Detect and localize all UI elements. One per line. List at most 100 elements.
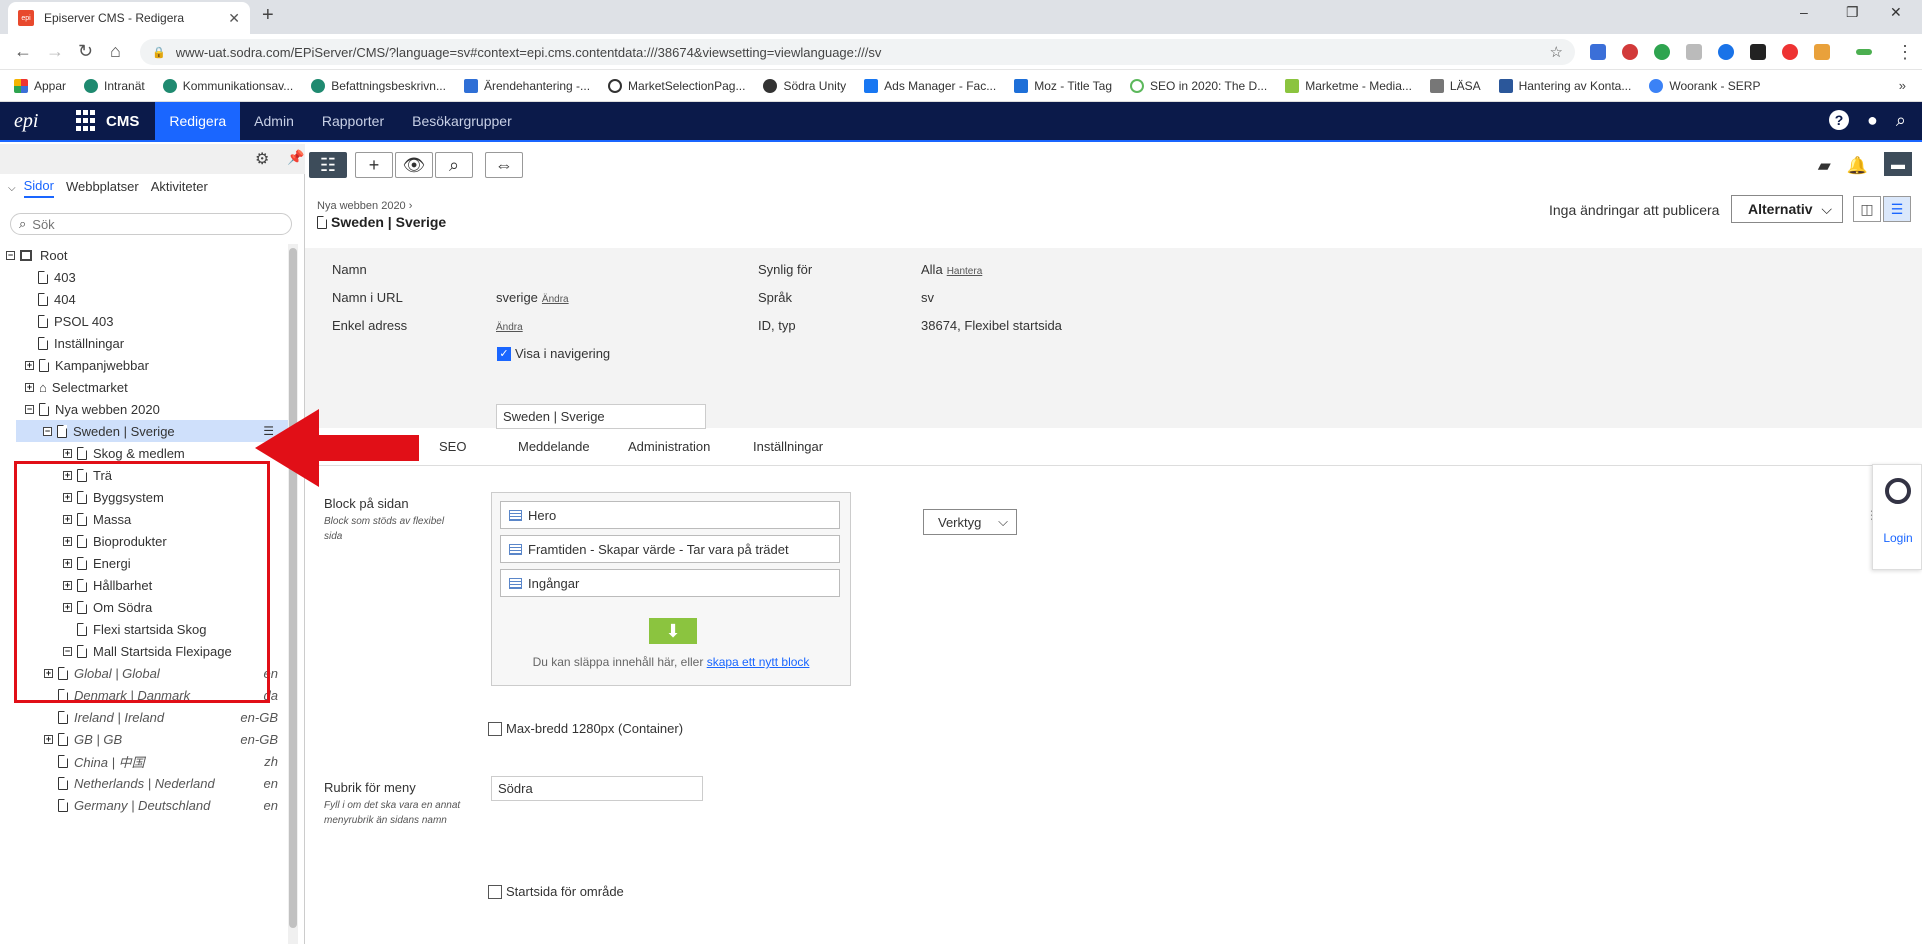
bookmark-item[interactable]: Woorank - SERP: [1649, 78, 1760, 93]
manage-access-link[interactable]: Hantera: [947, 266, 983, 277]
breadcrumb-item[interactable]: Nya webben 2020: [317, 200, 406, 212]
bookmark-item[interactable]: Marketme - Media...: [1285, 78, 1412, 93]
tab-sites[interactable]: Webbplatser: [66, 179, 139, 197]
expand-icon[interactable]: +: [25, 360, 34, 370]
page-search-box[interactable]: ⌕: [10, 213, 292, 235]
browser-menu-icon[interactable]: ⋮: [1896, 43, 1914, 61]
back-icon[interactable]: ←: [14, 42, 32, 60]
expand-icon[interactable]: +: [63, 580, 72, 590]
bookmark-item[interactable]: Ads Manager - Fac...: [864, 78, 996, 93]
tree-node[interactable]: Flexi startsida Skog: [77, 618, 206, 640]
tree-node[interactable]: + Massa: [63, 508, 131, 530]
bookmark-item[interactable]: Befattningsbeskrivn...: [311, 78, 446, 93]
tab-activities[interactable]: Aktiviteter: [151, 179, 208, 197]
tree-node[interactable]: + Skog & medlem: [63, 442, 185, 464]
nav-edit[interactable]: Redigera: [155, 102, 241, 140]
content-area-blocks[interactable]: Hero Framtiden - Skapar värde - Tar vara…: [491, 492, 851, 686]
expand-icon[interactable]: +: [63, 558, 72, 568]
tree-node[interactable]: + Bioprodukter: [63, 530, 167, 552]
show-in-navigation-checkbox[interactable]: ✓ Visa i navigering: [497, 346, 610, 361]
expand-icon[interactable]: +: [63, 492, 72, 502]
chevron-down-icon[interactable]: ⌵: [8, 183, 16, 194]
expand-icon[interactable]: +: [63, 536, 72, 546]
new-tab-button[interactable]: +: [262, 4, 274, 27]
options-button[interactable]: Alternativ ⌵: [1731, 195, 1843, 223]
name-input[interactable]: [496, 404, 706, 429]
url-input[interactable]: 🔒 www-uat.sodra.com/EPiServer/CMS/?langu…: [140, 39, 1575, 65]
help-icon[interactable]: ?: [1829, 110, 1850, 130]
bookmark-item[interactable]: SEO in 2020: The D...: [1130, 78, 1267, 93]
tree-node[interactable]: − Nya webben 2020: [25, 398, 160, 420]
expand-icon[interactable]: +: [63, 470, 72, 480]
tab-settings[interactable]: Inställningar: [753, 439, 823, 454]
bell-icon[interactable]: 🔔: [1847, 156, 1868, 176]
bookmark-item[interactable]: Hantering av Konta...: [1498, 78, 1631, 93]
create-block-link[interactable]: skapa ett nytt block: [707, 655, 810, 669]
gear-icon[interactable]: ⚙: [255, 149, 269, 169]
extension-icon[interactable]: [1654, 44, 1670, 60]
bookmark-item[interactable]: Ärendehantering -...: [463, 78, 590, 93]
block-item[interactable]: Ingångar: [500, 569, 840, 597]
tab-pages[interactable]: Sidor: [23, 178, 54, 198]
expand-icon[interactable]: +: [63, 514, 72, 524]
bookmark-item[interactable]: LÄSA: [1429, 78, 1481, 93]
app-grid-icon[interactable]: [76, 110, 98, 132]
close-tab-icon[interactable]: ✕: [228, 10, 240, 27]
pane-scrollbar[interactable]: [288, 244, 298, 944]
tree-node[interactable]: Inställningar: [38, 332, 124, 354]
search-icon[interactable]: ⌕: [1896, 110, 1906, 131]
collapse-icon[interactable]: −: [6, 250, 15, 260]
on-page-edit-view-button[interactable]: ◫: [1853, 196, 1881, 222]
close-window-icon[interactable]: ✕: [1890, 4, 1902, 21]
expand-icon[interactable]: +: [63, 602, 72, 612]
tree-node[interactable]: + Om Södra: [63, 596, 152, 618]
view-settings-button[interactable]: ⌕: [435, 152, 473, 178]
breadcrumb[interactable]: Nya webben 2020 ›: [317, 200, 412, 212]
tree-node[interactable]: + Hållbarhet: [63, 574, 152, 596]
comment-icon[interactable]: ▰: [1818, 156, 1831, 176]
tab-content[interactable]: Innehåll: [327, 439, 373, 454]
tree-node[interactable]: + Global | Global en: [44, 662, 288, 684]
nav-admin[interactable]: Admin: [240, 102, 308, 140]
reload-icon[interactable]: ↻: [78, 42, 93, 60]
tools-dropdown[interactable]: Verktyg ⌵: [923, 509, 1017, 535]
tree-node[interactable]: + GB | GB en-GB: [44, 728, 288, 750]
tree-node[interactable]: 404: [38, 288, 76, 310]
tree-node[interactable]: Germany | Deutschland en: [58, 794, 288, 816]
bookmark-item[interactable]: Intranät: [84, 78, 145, 93]
expand-icon[interactable]: +: [44, 668, 53, 678]
collapse-icon[interactable]: −: [63, 646, 72, 656]
episerver-logo[interactable]: epi: [0, 110, 62, 133]
tree-node[interactable]: Denmark | Danmark da: [58, 684, 288, 706]
all-properties-view-button[interactable]: ☰: [1883, 196, 1911, 222]
extension-icon[interactable]: [1782, 44, 1798, 60]
toggle-navigation-pane-button[interactable]: ☷: [309, 152, 347, 178]
checkbox-icon[interactable]: [488, 884, 502, 899]
extension-icon[interactable]: [1750, 44, 1766, 60]
change-url-link[interactable]: Ändra: [542, 294, 569, 305]
extension-icon[interactable]: [1856, 49, 1872, 55]
tree-node[interactable]: + ⌂ Selectmarket: [25, 376, 128, 398]
tree-node-selected[interactable]: − Sweden | Sverige ☰: [16, 420, 288, 442]
bookmark-item[interactable]: Moz - Title Tag: [1014, 78, 1112, 93]
tree-node[interactable]: Ireland | Ireland en-GB: [58, 706, 288, 728]
folder-icon[interactable]: ▬: [1884, 152, 1912, 176]
checkbox-icon[interactable]: [488, 721, 502, 736]
tab-seo[interactable]: SEO: [439, 439, 466, 454]
extension-icon[interactable]: [1814, 44, 1830, 60]
bookmark-star-icon[interactable]: ☆: [1550, 43, 1563, 61]
login-link[interactable]: Login: [1873, 531, 1922, 545]
more-bookmarks-icon[interactable]: »: [1899, 78, 1906, 93]
tree-node[interactable]: + Energi: [63, 552, 131, 574]
minimize-icon[interactable]: –: [1800, 4, 1808, 20]
compare-button[interactable]: ⇔: [485, 152, 523, 178]
collapse-icon[interactable]: −: [25, 404, 34, 414]
tree-node[interactable]: + Kampanjwebbar: [25, 354, 149, 376]
browser-tab[interactable]: epi Episerver CMS - Redigera ✕: [8, 2, 250, 34]
tree-node[interactable]: China | 中国 zh: [58, 750, 288, 772]
max-width-checkbox[interactable]: Max-bredd 1280px (Container): [488, 721, 683, 736]
tree-node[interactable]: − Mall Startsida Flexipage: [63, 640, 232, 662]
page-search-input[interactable]: [32, 216, 253, 232]
expand-icon[interactable]: +: [25, 382, 34, 392]
restore-icon[interactable]: ❐: [1846, 4, 1859, 21]
